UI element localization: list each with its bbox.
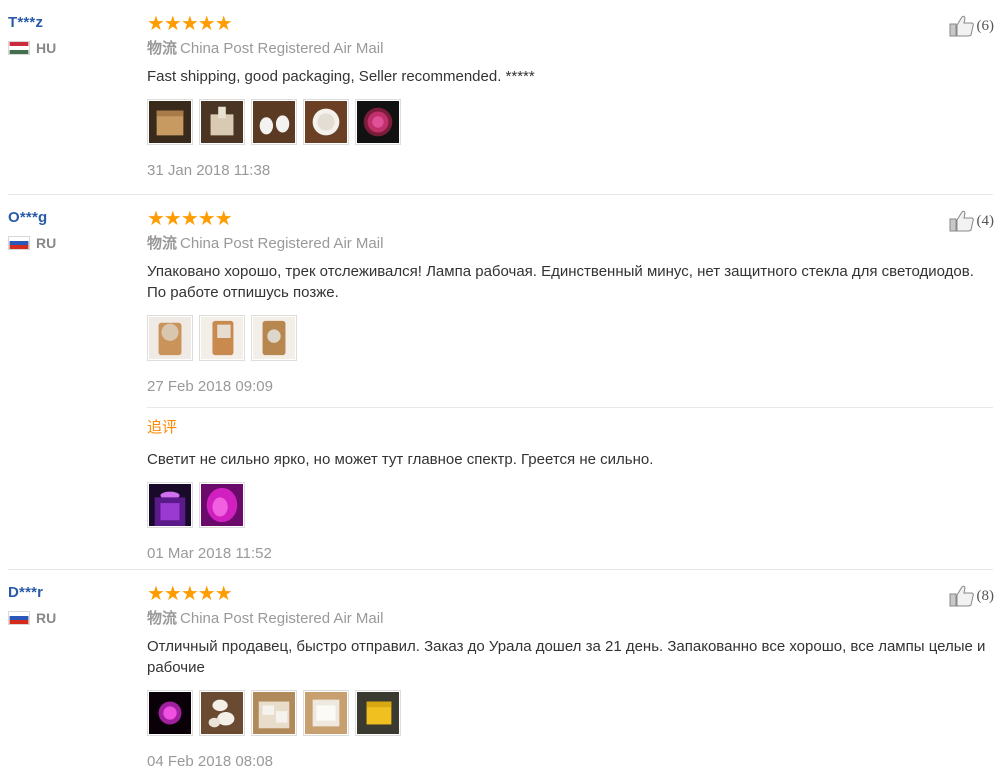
review-photo[interactable] — [303, 99, 349, 145]
review-divider — [8, 569, 993, 570]
helpful-count: (4) — [976, 212, 995, 229]
helpful-button[interactable]: (6) — [949, 14, 995, 38]
star-rating: ★★★★★ — [147, 583, 233, 605]
review-photo[interactable] — [251, 690, 297, 736]
shipping-label: 物流 — [147, 235, 178, 252]
thumbs-up-icon — [949, 210, 974, 232]
review-photo[interactable] — [199, 690, 245, 736]
review-body: ★★★★★ 物流 China Post Registered Air Mail О… — [147, 584, 993, 771]
review-photo[interactable] — [147, 99, 193, 145]
review-date: 04 Feb 2018 08:08 — [147, 753, 273, 770]
helpful-count: (6) — [976, 17, 995, 34]
reviewer-info: O***g RU — [8, 209, 128, 251]
review-photo[interactable] — [251, 315, 297, 361]
review-photos — [147, 99, 993, 145]
review-photo[interactable] — [199, 99, 245, 145]
shipping-method: China Post Registered Air Mail — [180, 40, 384, 57]
reviewer-info: D***r RU — [8, 584, 128, 626]
shipping-info: 物流 China Post Registered Air Mail — [147, 610, 993, 628]
star-rating: ★★★★★ — [147, 208, 233, 230]
followup-divider — [147, 407, 993, 408]
review-divider — [8, 194, 993, 195]
reviewer-info: T***z HU — [8, 14, 128, 56]
helpful-button[interactable]: (4) — [949, 209, 995, 233]
review-date: 27 Feb 2018 09:09 — [147, 378, 273, 395]
helpful-count: (8) — [976, 587, 995, 604]
review-photos — [147, 315, 993, 361]
russia-flag-icon — [8, 236, 30, 250]
followup-date: 01 Mar 2018 11:52 — [147, 545, 272, 562]
country-code: HU — [36, 40, 57, 56]
review-photo[interactable] — [355, 99, 401, 145]
review-photo[interactable] — [147, 690, 193, 736]
review-text: Отличный продавец, быстро отправил. Зака… — [147, 638, 986, 676]
review-photo[interactable] — [199, 482, 245, 528]
country-code: RU — [36, 610, 57, 626]
shipping-label: 物流 — [147, 610, 178, 627]
reviewer-name: O***g — [8, 209, 48, 226]
review-date: 31 Jan 2018 11:38 — [147, 162, 271, 179]
shipping-method: China Post Registered Air Mail — [180, 235, 384, 252]
shipping-info: 物流 China Post Registered Air Mail — [147, 235, 993, 253]
followup-text: Светит не сильно ярко, но может тут глав… — [147, 451, 654, 468]
followup-label: 追评 — [147, 419, 178, 436]
hungary-flag-icon — [8, 41, 30, 55]
shipping-info: 物流 China Post Registered Air Mail — [147, 40, 993, 58]
reviewer-country: RU — [8, 235, 128, 251]
review-photo[interactable] — [147, 315, 193, 361]
review-text: Fast shipping, good packaging, Seller re… — [147, 68, 535, 85]
review-photo[interactable] — [303, 690, 349, 736]
thumbs-up-icon — [949, 585, 974, 607]
shipping-method: China Post Registered Air Mail — [180, 610, 384, 627]
shipping-label: 物流 — [147, 40, 178, 57]
thumbs-up-icon — [949, 15, 974, 37]
reviewer-name: T***z — [8, 14, 44, 31]
reviewer-name: D***r — [8, 584, 44, 601]
review-body: ★★★★★ 物流 China Post Registered Air Mail У… — [147, 209, 993, 563]
russia-flag-icon — [8, 611, 30, 625]
helpful-button[interactable]: (8) — [949, 584, 995, 608]
review-photos — [147, 690, 993, 736]
review-photo[interactable] — [355, 690, 401, 736]
reviewer-country: HU — [8, 40, 128, 56]
review-photo[interactable] — [147, 482, 193, 528]
country-code: RU — [36, 235, 57, 251]
star-rating: ★★★★★ — [147, 13, 233, 35]
followup-photos — [147, 482, 993, 528]
review-photo[interactable] — [199, 315, 245, 361]
review-body: ★★★★★ 物流 China Post Registered Air Mail F… — [147, 14, 993, 180]
reviewer-country: RU — [8, 610, 128, 626]
review-photo[interactable] — [251, 99, 297, 145]
review-text: Упаковано хорошо, трек отслеживался! Лам… — [147, 263, 974, 301]
